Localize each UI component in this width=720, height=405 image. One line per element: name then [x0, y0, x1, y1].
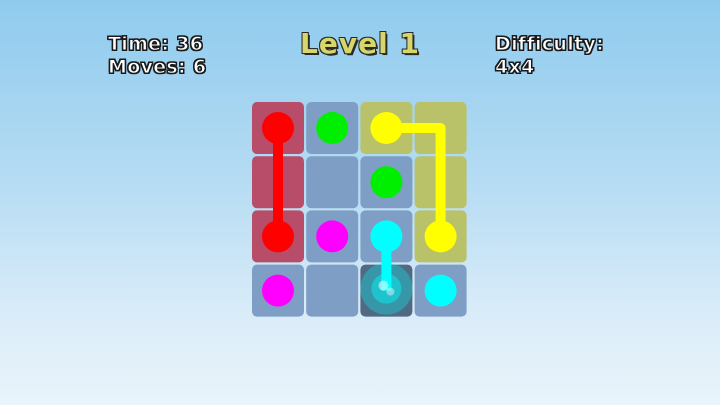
magenta-dot[interactable] [262, 274, 294, 307]
yellow-dot[interactable] [424, 220, 457, 253]
drag-cursor [360, 262, 413, 315]
grid-cell[interactable] [306, 156, 359, 209]
cyan-dot[interactable] [370, 220, 403, 253]
green-dot[interactable] [370, 166, 403, 199]
grid-cell[interactable] [306, 264, 359, 317]
magenta-dot[interactable] [316, 220, 349, 253]
green-dot[interactable] [316, 112, 349, 144]
yellow-dot[interactable] [370, 112, 403, 144]
game-board[interactable] [0, 0, 720, 405]
red-dot[interactable] [262, 220, 294, 253]
red-dot[interactable] [262, 112, 294, 144]
cyan-dot[interactable] [424, 274, 457, 307]
